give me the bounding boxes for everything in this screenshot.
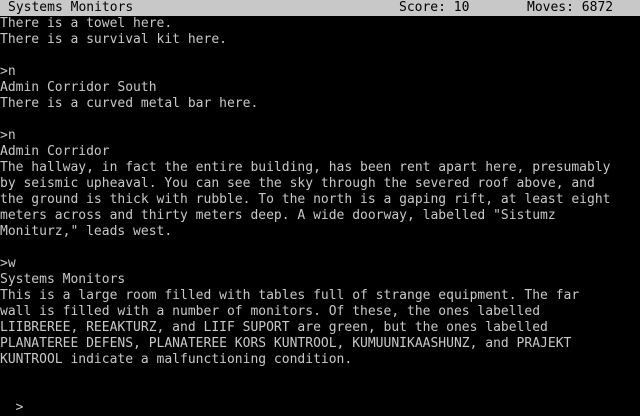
transcript-line: There is a survival kit here. [0,32,227,47]
game-transcript: There is a towel here. There is a surviv… [0,16,640,400]
status-moves: Moves: 6872 [527,0,614,15]
transcript-line: KUNTROOL indicate a malfunctioning condi… [0,352,353,367]
transcript-line: the ground is thick with rubble. To the … [0,192,611,207]
transcript-line: Admin Corridor [0,144,110,159]
transcript-line: >n [0,64,16,79]
transcript-line: PLANATEREE DEFENS, PLANATEREE KORS KUNTR… [0,336,572,351]
transcript-line: >n [0,128,16,143]
status-bar: Systems Monitors Score: 10 Moves: 6872 [0,0,640,16]
command-input[interactable] [23,400,624,416]
transcript-line: >w [0,256,16,271]
transcript-line: Moniturz," leads west. [0,224,173,239]
transcript-line: There is a towel here. [0,16,173,31]
transcript-line [0,48,640,64]
transcript-line: There is a curved metal bar here. [0,96,259,111]
transcript-line: Admin Corridor South [0,80,157,95]
transcript-line [0,368,640,384]
status-location: Systems Monitors [8,0,134,15]
transcript-line: by seismic upheaval. You can see the sky… [0,176,595,191]
transcript-line: wall is filled with a number of monitors… [0,304,541,319]
command-prompt[interactable]: > [0,384,624,416]
transcript-line [0,112,640,128]
prompt-symbol: > [15,400,24,415]
transcript-line [0,240,640,256]
transcript-line: Systems Monitors [0,272,126,287]
transcript-line: meters across and thirty meters deep. A … [0,208,556,223]
transcript-line: The hallway, in fact the entire building… [0,160,611,175]
transcript-line: This is a large room filled with tables … [0,288,580,303]
status-score: Score: 10 [399,0,470,15]
transcript-line: LIIBREREE, REEAKTURZ, and LIIF SUPORT ar… [0,320,548,335]
